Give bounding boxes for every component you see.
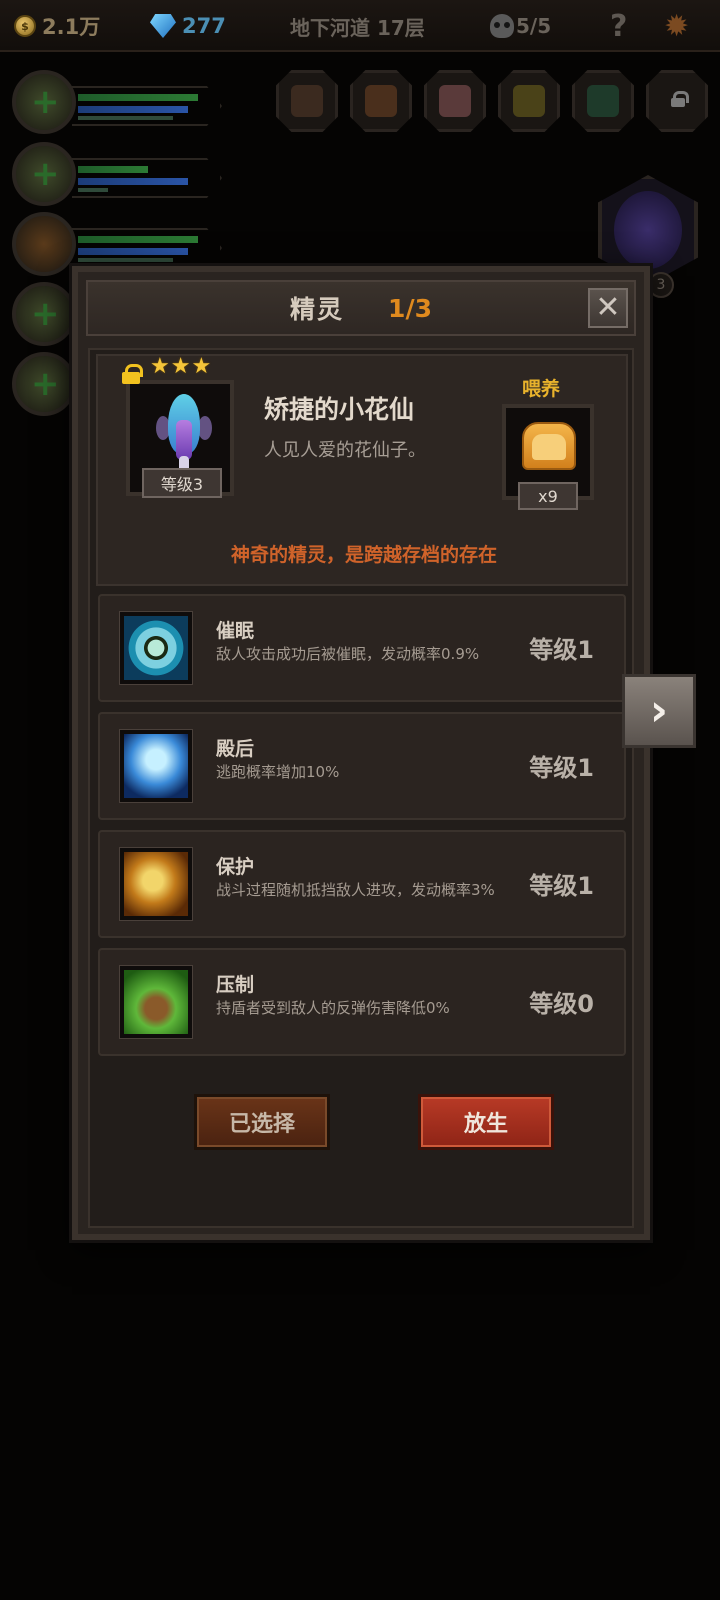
hero-portrait: +	[12, 282, 76, 346]
wings-icon	[120, 730, 192, 802]
skill-row[interactable]: 催眠 敌人攻击成功后被催眠，发动概率0.9% 等级1	[98, 594, 626, 702]
help-button[interactable]: ?	[610, 8, 628, 44]
item-slot[interactable]	[424, 70, 486, 132]
fairy-dialog: 精灵 1/3 ✕ ★ ★ ★ 等级3 矫捷的小花仙 人见人爱的花仙子。 喂养 x…	[72, 266, 650, 1240]
coin-amount: 2.1万	[42, 15, 101, 39]
location-label: 地下河道 17层	[290, 15, 425, 40]
lock-icon[interactable]	[122, 364, 143, 384]
gem-counter: 277	[150, 10, 226, 42]
kill-counter: 5/5	[490, 10, 551, 42]
feed-count: x9	[518, 482, 578, 510]
skill-row[interactable]: 压制 持盾者受到敌人的反弹伤害降低0% 等级0	[98, 948, 626, 1056]
skill-description: 逃跑概率增加10%	[216, 763, 340, 781]
fairy-info-card: ★ ★ ★ 等级3 矫捷的小花仙 人见人爱的花仙子。 喂养 x9 神奇的精灵，是…	[96, 354, 628, 586]
skull-icon	[490, 14, 514, 38]
fairy-name: 矫捷的小花仙	[264, 395, 415, 424]
skill-level: 等级1	[529, 872, 594, 900]
star-icon: ★	[191, 354, 212, 379]
fairy-level: 等级3	[142, 468, 222, 498]
skill-name: 保护	[216, 856, 255, 878]
skill-name: 催眠	[216, 620, 255, 642]
item-slot[interactable]	[572, 70, 634, 132]
selected-button[interactable]: 已选择	[194, 1094, 330, 1150]
skill-row[interactable]: 殿后 逃跑概率增加10% 等级1	[98, 712, 626, 820]
fairy-description: 人见人爱的花仙子。	[264, 440, 426, 461]
page-indicator: 1/3	[388, 293, 432, 323]
hero-slot[interactable]: +	[12, 70, 222, 140]
hero-portrait	[12, 212, 76, 276]
fairy-note: 神奇的精灵，是跨越存档的存在	[230, 544, 497, 566]
star-icon: ★	[170, 354, 191, 379]
dialog-body: ★ ★ ★ 等级3 矫捷的小花仙 人见人爱的花仙子。 喂养 x9 神奇的精灵，是…	[88, 348, 634, 1228]
next-page-button[interactable]: ›	[622, 674, 696, 748]
close-button[interactable]: ✕	[588, 288, 628, 328]
hero-portrait: +	[12, 352, 76, 416]
skill-name: 殿后	[216, 738, 255, 760]
protect-icon	[120, 848, 192, 920]
settings-button[interactable]: ✹	[664, 8, 690, 44]
help-icon: ?	[610, 8, 628, 44]
locked-slot	[646, 70, 708, 132]
chevron-right-icon: ›	[649, 685, 669, 736]
skill-level: 等级0	[529, 990, 594, 1018]
gem-amount: 277	[182, 14, 226, 38]
gem-icon	[150, 14, 176, 38]
bread-icon	[522, 422, 576, 470]
skill-description: 战斗过程随机抵挡敌人进攻，发动概率3%	[216, 881, 495, 899]
release-button[interactable]: 放生	[418, 1094, 554, 1150]
dialog-header: 精灵 1/3 ✕	[86, 280, 636, 336]
gear-icon: ✹	[664, 8, 690, 44]
hero-portrait: +	[12, 70, 76, 134]
star-rating: ★ ★ ★	[150, 356, 211, 378]
coin-icon: $	[14, 15, 36, 37]
fairy-badge: 3	[648, 272, 674, 298]
eye-icon	[120, 612, 192, 684]
item-slot[interactable]	[498, 70, 560, 132]
claw-icon	[120, 966, 192, 1038]
coin-counter: $ 2.1万	[14, 10, 100, 42]
close-icon: ✕	[595, 290, 621, 325]
skill-level: 等级1	[529, 636, 594, 664]
hero-portrait: +	[12, 142, 76, 206]
skill-level: 等级1	[529, 754, 594, 782]
feed-label: 喂养	[522, 378, 561, 400]
item-slot[interactable]	[350, 70, 412, 132]
hero-slot[interactable]: +	[12, 142, 222, 212]
status-bar: $ 2.1万 277 地下河道 17层 5/5 ? ✹	[0, 0, 720, 52]
skill-description: 敌人攻击成功后被催眠，发动概率0.9%	[216, 645, 480, 663]
skill-name: 压制	[216, 974, 255, 996]
lock-icon	[671, 91, 689, 107]
dialog-title: 精灵	[290, 295, 345, 324]
skill-row[interactable]: 保护 战斗过程随机抵挡敌人进攻，发动概率3% 等级1	[98, 830, 626, 938]
star-icon: ★	[150, 354, 170, 379]
skill-description: 持盾者受到敌人的反弹伤害降低0%	[216, 999, 450, 1017]
item-slot[interactable]	[276, 70, 338, 132]
